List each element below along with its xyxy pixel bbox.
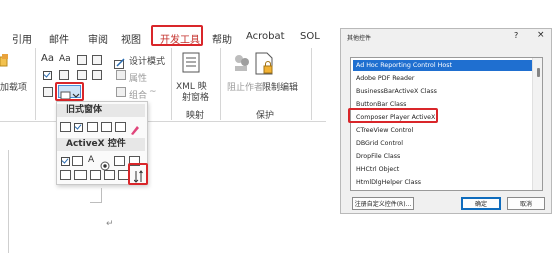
activex-label-icon[interactable]: A xyxy=(88,155,94,165)
activex-listbox-icon[interactable] xyxy=(90,170,101,180)
legacy-frame-icon[interactable] xyxy=(101,122,112,132)
list-item[interactable]: Ad Hoc Reporting Control Host xyxy=(353,60,533,71)
tab-acrobat[interactable]: Acrobat xyxy=(246,31,285,42)
document-margin-line xyxy=(8,150,9,253)
building-block-control-icon[interactable] xyxy=(92,55,102,65)
more-controls-highlight xyxy=(128,163,148,185)
block-authors-icon xyxy=(233,53,251,73)
page-corner-mark xyxy=(101,188,102,202)
composer-item-highlight xyxy=(348,108,438,123)
tab-sol[interactable]: SOL xyxy=(300,31,320,42)
legacy-forms-header: 旧式窗体 xyxy=(57,104,145,117)
cancel-button[interactable]: 取消 xyxy=(507,197,545,210)
tab-mailings[interactable]: 邮件 xyxy=(49,31,69,46)
design-mode-icon[interactable] xyxy=(114,54,126,69)
checkbox-control-icon[interactable] xyxy=(43,71,52,80)
list-item[interactable]: DBGrid Control xyxy=(353,138,533,149)
developer-tab-highlight xyxy=(151,25,203,46)
combobox-control-icon[interactable] xyxy=(59,70,69,80)
legacy-tools-highlight xyxy=(55,82,84,101)
dialog-title: 其他控件 xyxy=(347,35,372,42)
separator xyxy=(35,48,36,120)
ribbon: 引用 邮件 审阅 视图 开发工具 帮助 Acrobat SOL 加载项 Aa A… xyxy=(0,0,326,253)
restrict-editing-icon[interactable] xyxy=(255,52,275,76)
ribbon-bottom-border xyxy=(0,121,326,122)
more-controls-dialog: 其他控件 ? × Ad Hoc Reporting Control Host A… xyxy=(340,28,552,214)
register-custom-control-button[interactable]: 注册自定义控件(R)... xyxy=(352,197,414,210)
activex-image-icon[interactable] xyxy=(114,156,125,166)
activex-toggle-button-icon[interactable] xyxy=(104,170,115,180)
xml-mapping-pane-icon[interactable] xyxy=(182,52,202,74)
tab-view[interactable]: 视图 xyxy=(121,31,141,46)
help-button[interactable]: ? xyxy=(514,31,518,40)
legacy-text-field-icon[interactable] xyxy=(60,122,71,132)
activex-option-button-icon[interactable] xyxy=(100,156,110,171)
mapping-group-label: 映射 xyxy=(186,111,205,121)
separator xyxy=(220,48,221,120)
restrict-editing-label[interactable]: 限制编辑 xyxy=(262,80,298,93)
paragraph-mark: ↵ xyxy=(106,219,114,229)
ok-button[interactable]: 确定 xyxy=(461,197,501,210)
plain-text-control-icon[interactable]: Aa xyxy=(59,54,71,64)
reset-form-icon[interactable] xyxy=(129,121,140,135)
activex-combobox-icon[interactable] xyxy=(60,170,71,180)
group-caret: ~ xyxy=(149,87,157,97)
block-authors-label: 阻止作者 xyxy=(227,83,264,93)
date-picker-control-icon[interactable] xyxy=(92,70,102,80)
activex-command-button-icon[interactable] xyxy=(74,170,87,180)
legacy-combobox-icon[interactable] xyxy=(87,122,98,132)
scrollbar-thumb[interactable] xyxy=(537,68,540,77)
design-mode-label[interactable]: 设计模式 xyxy=(129,54,165,67)
properties-icon xyxy=(116,70,126,80)
list-item[interactable]: DropFile Class xyxy=(353,151,533,162)
tab-references[interactable]: 引用 xyxy=(12,31,32,46)
rich-text-control-icon[interactable]: Aa xyxy=(41,53,54,64)
page-corner-mark xyxy=(90,202,102,203)
group-label: 组合 xyxy=(129,91,148,101)
separator xyxy=(311,48,312,120)
legacy-shading-icon[interactable] xyxy=(115,122,126,132)
list-item[interactable]: Adobe PDF Reader xyxy=(353,73,533,84)
dropdown-control-icon[interactable] xyxy=(77,70,87,80)
separator xyxy=(171,48,172,120)
list-item[interactable]: CTreeView Control xyxy=(353,125,533,136)
addin-label[interactable]: 加载项 xyxy=(0,80,27,93)
list-item[interactable]: HHCtrl Object xyxy=(353,164,533,175)
activex-controls-header: ActiveX 控件 xyxy=(57,138,145,151)
list-item[interactable]: HtmlDlgHelper Class xyxy=(353,177,533,188)
activex-checkbox-icon[interactable] xyxy=(61,157,70,166)
legacy-checkbox-icon[interactable] xyxy=(74,123,83,132)
protect-group-label: 保护 xyxy=(256,111,275,121)
list-scrollbar[interactable] xyxy=(532,58,542,190)
group-icon xyxy=(116,87,126,97)
properties-label: 属性 xyxy=(129,74,148,84)
xml-mapping-label-2[interactable]: 射窗格 xyxy=(182,90,209,103)
activex-textbox-icon[interactable] xyxy=(72,156,83,166)
tab-review[interactable]: 审阅 xyxy=(88,31,108,46)
repeating-section-control-icon[interactable] xyxy=(43,87,53,97)
tab-help[interactable]: 帮助 xyxy=(212,31,232,46)
picture-control-icon[interactable] xyxy=(77,55,87,65)
close-button[interactable]: × xyxy=(537,30,545,40)
addin-icon[interactable] xyxy=(0,53,10,67)
list-item[interactable]: BusinessBarActiveX Class xyxy=(353,86,533,97)
controls-list[interactable]: Ad Hoc Reporting Control Host Adobe PDF … xyxy=(350,57,543,191)
